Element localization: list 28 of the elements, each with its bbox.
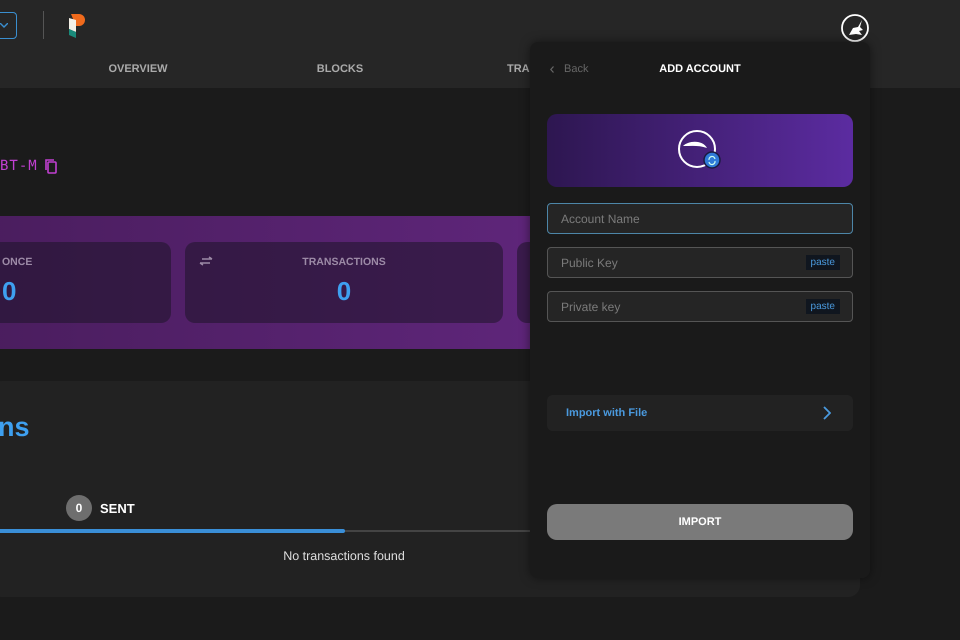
chevron-left-icon bbox=[550, 66, 554, 72]
import-file-button[interactable]: Import with File bbox=[547, 395, 853, 431]
count-badge: 0 bbox=[66, 495, 92, 521]
paste-button[interactable]: paste bbox=[806, 299, 840, 314]
nav-tab[interactable]: TRA bbox=[507, 63, 530, 75]
nav-tab[interactable]: BLOCKS bbox=[239, 63, 441, 75]
stat-value: 0 bbox=[336, 276, 352, 307]
empty-message: No transactions found bbox=[282, 549, 406, 563]
import-button[interactable]: IMPORT bbox=[547, 504, 853, 540]
paste-button[interactable]: paste bbox=[806, 255, 840, 270]
avatar-icon[interactable] bbox=[677, 130, 723, 172]
caret-icon bbox=[0, 22, 8, 28]
input-field[interactable]: Account Name bbox=[547, 203, 853, 234]
nav-tab[interactable]: OVERVIEW bbox=[37, 63, 239, 75]
logo-icon bbox=[68, 12, 85, 38]
section-title: ns bbox=[0, 412, 30, 442]
swap-arrows-icon bbox=[199, 256, 213, 266]
logo-icon[interactable] bbox=[840, 13, 870, 43]
stat-label: TRANSACTIONS bbox=[302, 256, 386, 268]
tab-label: SENT bbox=[100, 500, 135, 516]
stat-value: 0 bbox=[2, 276, 16, 307]
dialog-title: ADD ACCOUNT bbox=[659, 63, 741, 75]
transactions-tab[interactable]: 0 SENT bbox=[66, 495, 135, 521]
account-address: BT-M bbox=[0, 158, 38, 174]
back-button[interactable]: Back bbox=[550, 63, 588, 75]
chevron-right-icon bbox=[823, 406, 831, 420]
copy-icon[interactable] bbox=[44, 158, 58, 174]
stat-label: ONCE bbox=[2, 256, 32, 268]
